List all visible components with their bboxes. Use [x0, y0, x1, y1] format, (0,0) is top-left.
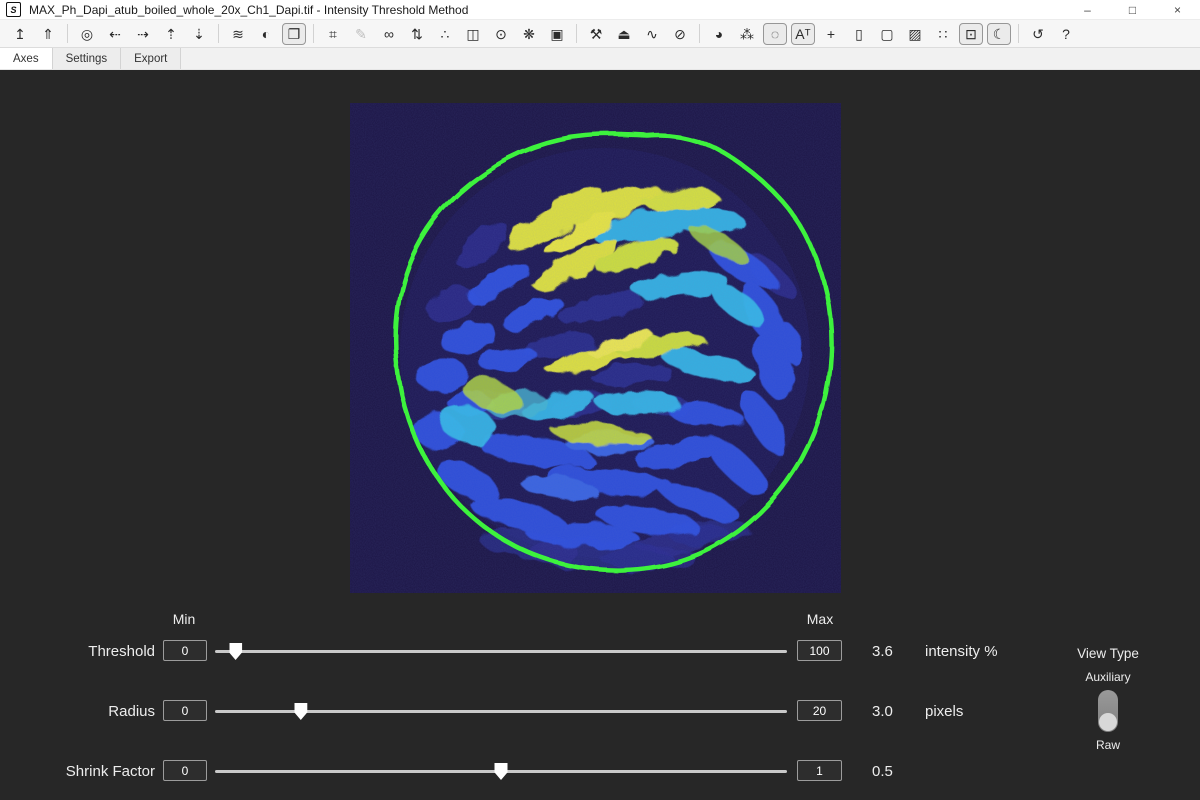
pan-down-icon[interactable]: ⇣	[187, 23, 211, 45]
radius-max-field[interactable]: 20	[797, 700, 842, 721]
radius-min-field[interactable]: 0	[163, 700, 207, 721]
toolbar: ↥⇑ ◎⇠⇢⇡⇣ ≋◐❐ ⌗✎∞⇅∴◫⊙❋▣ ⚒⏏∿⊘ ◕⁂◌Aᵀ+▯▢▨∷⊡☾ ↺?	[0, 20, 1200, 48]
pan-up-icon[interactable]: ⇡	[159, 23, 183, 45]
brain-sparkle-icon[interactable]: ❋	[517, 23, 541, 45]
palette-icon[interactable]: ◕	[707, 23, 731, 45]
threshold-slider-thumb[interactable]	[229, 643, 242, 660]
zoom-circle-icon[interactable]: ⊙	[489, 23, 513, 45]
chip-icon[interactable]: ▣	[545, 23, 569, 45]
toolbar-separator	[576, 24, 577, 43]
image-icon[interactable]: ▨	[903, 23, 927, 45]
grid-icon[interactable]: ∷	[931, 23, 955, 45]
threshold-slider[interactable]	[215, 650, 787, 653]
threshold-row: Threshold 0 100 3.6 intensity %	[0, 640, 1200, 664]
crosshair-icon[interactable]: +	[819, 23, 843, 45]
threshold-label: Threshold	[0, 643, 155, 660]
tab-axes[interactable]: Axes	[0, 48, 53, 69]
tools-icon[interactable]: ⚒	[584, 23, 608, 45]
crop-icon[interactable]: ⌗	[321, 23, 345, 45]
export-window-icon[interactable]: ⇑	[36, 23, 60, 45]
reset-icon[interactable]: ↺	[1026, 23, 1050, 45]
tab-export[interactable]: Export	[121, 48, 181, 69]
tab-settings[interactable]: Settings	[53, 48, 122, 69]
link-icon[interactable]: ∞	[377, 23, 401, 45]
shrink-factor-min-field[interactable]: 0	[163, 760, 207, 781]
shrink-factor-slider-thumb[interactable]	[495, 763, 508, 780]
color-channels-icon[interactable]: ⁂	[735, 23, 759, 45]
threshold-value: 3.6	[872, 643, 893, 660]
view-type-option-auxiliary: Auxiliary	[1038, 670, 1178, 684]
radius-label: Radius	[0, 703, 155, 720]
radius-row: Radius 0 20 3.0 pixels	[0, 700, 1200, 724]
image-axes[interactable]	[350, 103, 841, 593]
tab-bar: Axes Settings Export	[0, 48, 1200, 70]
toolbar-separator	[699, 24, 700, 43]
toolbar-separator	[313, 24, 314, 43]
toolbar-separator	[218, 24, 219, 43]
title-bar: S MAX_Ph_Dapi_atub_boiled_whole_20x_Ch1_…	[0, 0, 1200, 20]
boxed-dot-icon[interactable]: ⊡	[959, 23, 983, 45]
shrink-factor-value: 0.5	[872, 763, 893, 780]
dark-mode-moon-icon[interactable]: ☾	[987, 23, 1011, 45]
particles-icon[interactable]: ∴	[433, 23, 457, 45]
shrink-factor-max-field[interactable]: 1	[797, 760, 842, 781]
view-type-label: View Type	[1038, 646, 1178, 661]
export-icon[interactable]: ↥	[8, 23, 32, 45]
app-icon: S	[6, 2, 21, 17]
sort-arrows-icon[interactable]: ⇅	[405, 23, 429, 45]
window-title: MAX_Ph_Dapi_atub_boiled_whole_20x_Ch1_Da…	[29, 3, 468, 17]
window-controls: – □ ×	[1065, 0, 1200, 19]
contrast-icon[interactable]: ◐	[254, 23, 278, 45]
view-type-option-raw: Raw	[1038, 738, 1178, 752]
view-type-block: View Type Auxiliary Raw	[1038, 646, 1178, 752]
max-column-header: Max	[795, 611, 845, 627]
maximize-button[interactable]: □	[1110, 0, 1155, 19]
shrink-factor-label: Shrink Factor	[0, 763, 155, 780]
window-dock-icon[interactable]: ❐	[282, 23, 306, 45]
toolbar-separator	[67, 24, 68, 43]
threshold-unit: intensity %	[925, 643, 998, 660]
microscopy-image	[350, 103, 841, 593]
toolbar-separator	[1018, 24, 1019, 43]
select-region-icon[interactable]: ▢	[875, 23, 899, 45]
view-type-toggle[interactable]	[1098, 690, 1118, 732]
roi-circle-icon[interactable]: ◌	[763, 23, 787, 45]
pan-right-icon[interactable]: ⇢	[131, 23, 155, 45]
threshold-max-field[interactable]: 100	[797, 640, 842, 661]
font-icon[interactable]: Aᵀ	[791, 23, 815, 45]
radius-slider[interactable]	[215, 710, 787, 713]
help-icon[interactable]: ?	[1054, 23, 1078, 45]
shield-arrow-icon[interactable]: ⏏	[612, 23, 636, 45]
waveform-icon[interactable]: ∿	[640, 23, 664, 45]
edit-pencil-icon: ✎	[349, 23, 373, 45]
shrink-factor-slider[interactable]	[215, 770, 787, 773]
ruler-icon[interactable]: ▯	[847, 23, 871, 45]
shrink-factor-row: Shrink Factor 0 1 0.5	[0, 760, 1200, 784]
datatip-icon[interactable]: ◎	[75, 23, 99, 45]
pan-left-icon[interactable]: ⇠	[103, 23, 127, 45]
view-type-toggle-knob[interactable]	[1099, 713, 1117, 731]
radius-unit: pixels	[925, 703, 963, 720]
min-column-header: Min	[159, 611, 209, 627]
radius-slider-thumb[interactable]	[294, 703, 307, 720]
radius-value: 3.0	[872, 703, 893, 720]
layers-icon[interactable]: ≋	[226, 23, 250, 45]
main-panel: Min Max Threshold 0 100 3.6 intensity % …	[0, 70, 1200, 800]
close-button[interactable]: ×	[1155, 0, 1200, 19]
threshold-min-field[interactable]: 0	[163, 640, 207, 661]
split-view-icon[interactable]: ◫	[461, 23, 485, 45]
slash-circle-icon[interactable]: ⊘	[668, 23, 692, 45]
minimize-button[interactable]: –	[1065, 0, 1110, 19]
